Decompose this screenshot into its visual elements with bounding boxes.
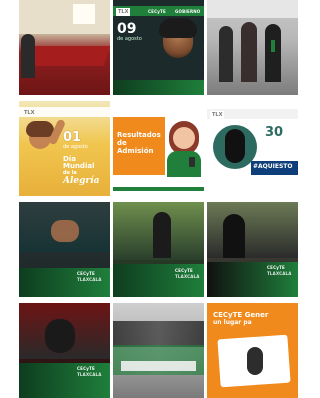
date-word: de agosto: [63, 144, 88, 150]
thumbnail-cecyte-poster-1[interactable]: CECyTE TLAXCALA: [19, 202, 110, 297]
date-number: 01: [63, 130, 82, 145]
person-mid: [241, 22, 257, 82]
person: [223, 214, 245, 258]
child-hair: [26, 121, 54, 137]
cecyte-logo: CECyTE: [77, 271, 95, 276]
thumbnail-dia-mundial-alegria[interactable]: TLX 01 de agosto Día Mundial de la Alegr…: [19, 101, 110, 196]
results-title-line-1: Resultados: [117, 131, 161, 139]
group-row-1: [113, 321, 204, 347]
bottom-green-band: [113, 80, 204, 95]
results-title: Resultados de Admisión: [117, 131, 165, 155]
cecyte-sub: TLAXCALA: [175, 274, 200, 279]
window-light: [73, 4, 95, 24]
cecyte-logo: CECyTE: [148, 9, 166, 14]
cecyte-logo: CECyTE: [175, 268, 193, 273]
cecyte-logo: CECyTE: [77, 366, 95, 371]
date-block: 09 de agosto: [117, 22, 155, 46]
event-title-script: Alegría: [63, 176, 100, 186]
thumbnail-meeting-photo[interactable]: [19, 0, 110, 95]
big-number: 30: [265, 125, 284, 140]
event-title-line-1: Día Mundial: [63, 155, 95, 170]
phone: [189, 157, 195, 167]
tlx-logo: TLX: [116, 8, 131, 16]
room-wall: [19, 0, 110, 34]
person-right: [265, 24, 281, 82]
thumbnail-cecyte-poster-4[interactable]: CECyTE TLAXCALA: [19, 303, 110, 398]
person-right-tie: [271, 40, 275, 52]
person-silhouette: [21, 34, 35, 78]
thumbnail-cecyte-orange[interactable]: CECyTE Gener un lugar pa: [207, 303, 298, 398]
cecyte-logo: CECyTE: [267, 265, 285, 270]
thumbnail-ceremony-photo[interactable]: [207, 0, 298, 95]
results-title-line-2: de Admisión: [117, 139, 154, 155]
thumbnail-cecyte-poster-3[interactable]: CECyTE TLAXCALA: [207, 202, 298, 297]
thumbnail-aquiesto[interactable]: TLX 30 #AQUIESTO: [207, 101, 298, 196]
date-number: 09: [117, 21, 137, 37]
hand-icon: [225, 129, 245, 163]
thumbnail-poster-09-agosto[interactable]: TLX CECyTE GOBIERNO 09 de agosto: [113, 0, 204, 95]
tlx-logo: TLX: [24, 110, 35, 116]
cecyte-sub: TLAXCALA: [77, 372, 102, 377]
person-left: [219, 26, 233, 82]
woman-face: [173, 127, 195, 149]
date-block: 01 de agosto: [63, 131, 107, 150]
event-title: Día Mundial de la Alegría: [63, 155, 109, 187]
table: [23, 46, 110, 66]
stage-banner: [207, 0, 298, 18]
hand-illustration: [51, 220, 79, 242]
person: [153, 212, 171, 258]
diplomas: [121, 361, 196, 371]
gobierno-logo: GOBIERNO: [175, 9, 201, 14]
person: [45, 319, 75, 353]
card-figure: [247, 347, 263, 375]
photo-area: [207, 202, 298, 258]
cecyte-sub: TLAXCALA: [77, 277, 102, 282]
date-word: de agosto: [117, 36, 142, 42]
green-bottom-band: [19, 363, 110, 398]
green-bottom-band: [19, 268, 110, 297]
orange-title-line-1: CECyTE Gener: [213, 311, 269, 319]
orange-title: CECyTE Gener un lugar pa: [213, 311, 295, 326]
green-bottom-line: [113, 187, 204, 191]
orange-title-line-2: un lugar pa: [213, 319, 252, 326]
cecyte-sub: TLAXCALA: [267, 271, 292, 276]
tlx-logo: TLX: [210, 111, 225, 119]
thumbnail-cecyte-poster-2[interactable]: CECyTE TLAXCALA: [113, 202, 204, 297]
portrait-headwrap: [159, 18, 197, 38]
thumbnail-grid: TLX CECyTE GOBIERNO 09 de agosto TLX 01 …: [19, 0, 298, 398]
thumbnail-resultados-admision[interactable]: Resultados de Admisión: [113, 101, 204, 196]
thumbnail-graduation-photo[interactable]: [113, 303, 204, 398]
hashtag-text: #AQUIESTO: [253, 163, 293, 170]
woman-body: [167, 151, 201, 177]
